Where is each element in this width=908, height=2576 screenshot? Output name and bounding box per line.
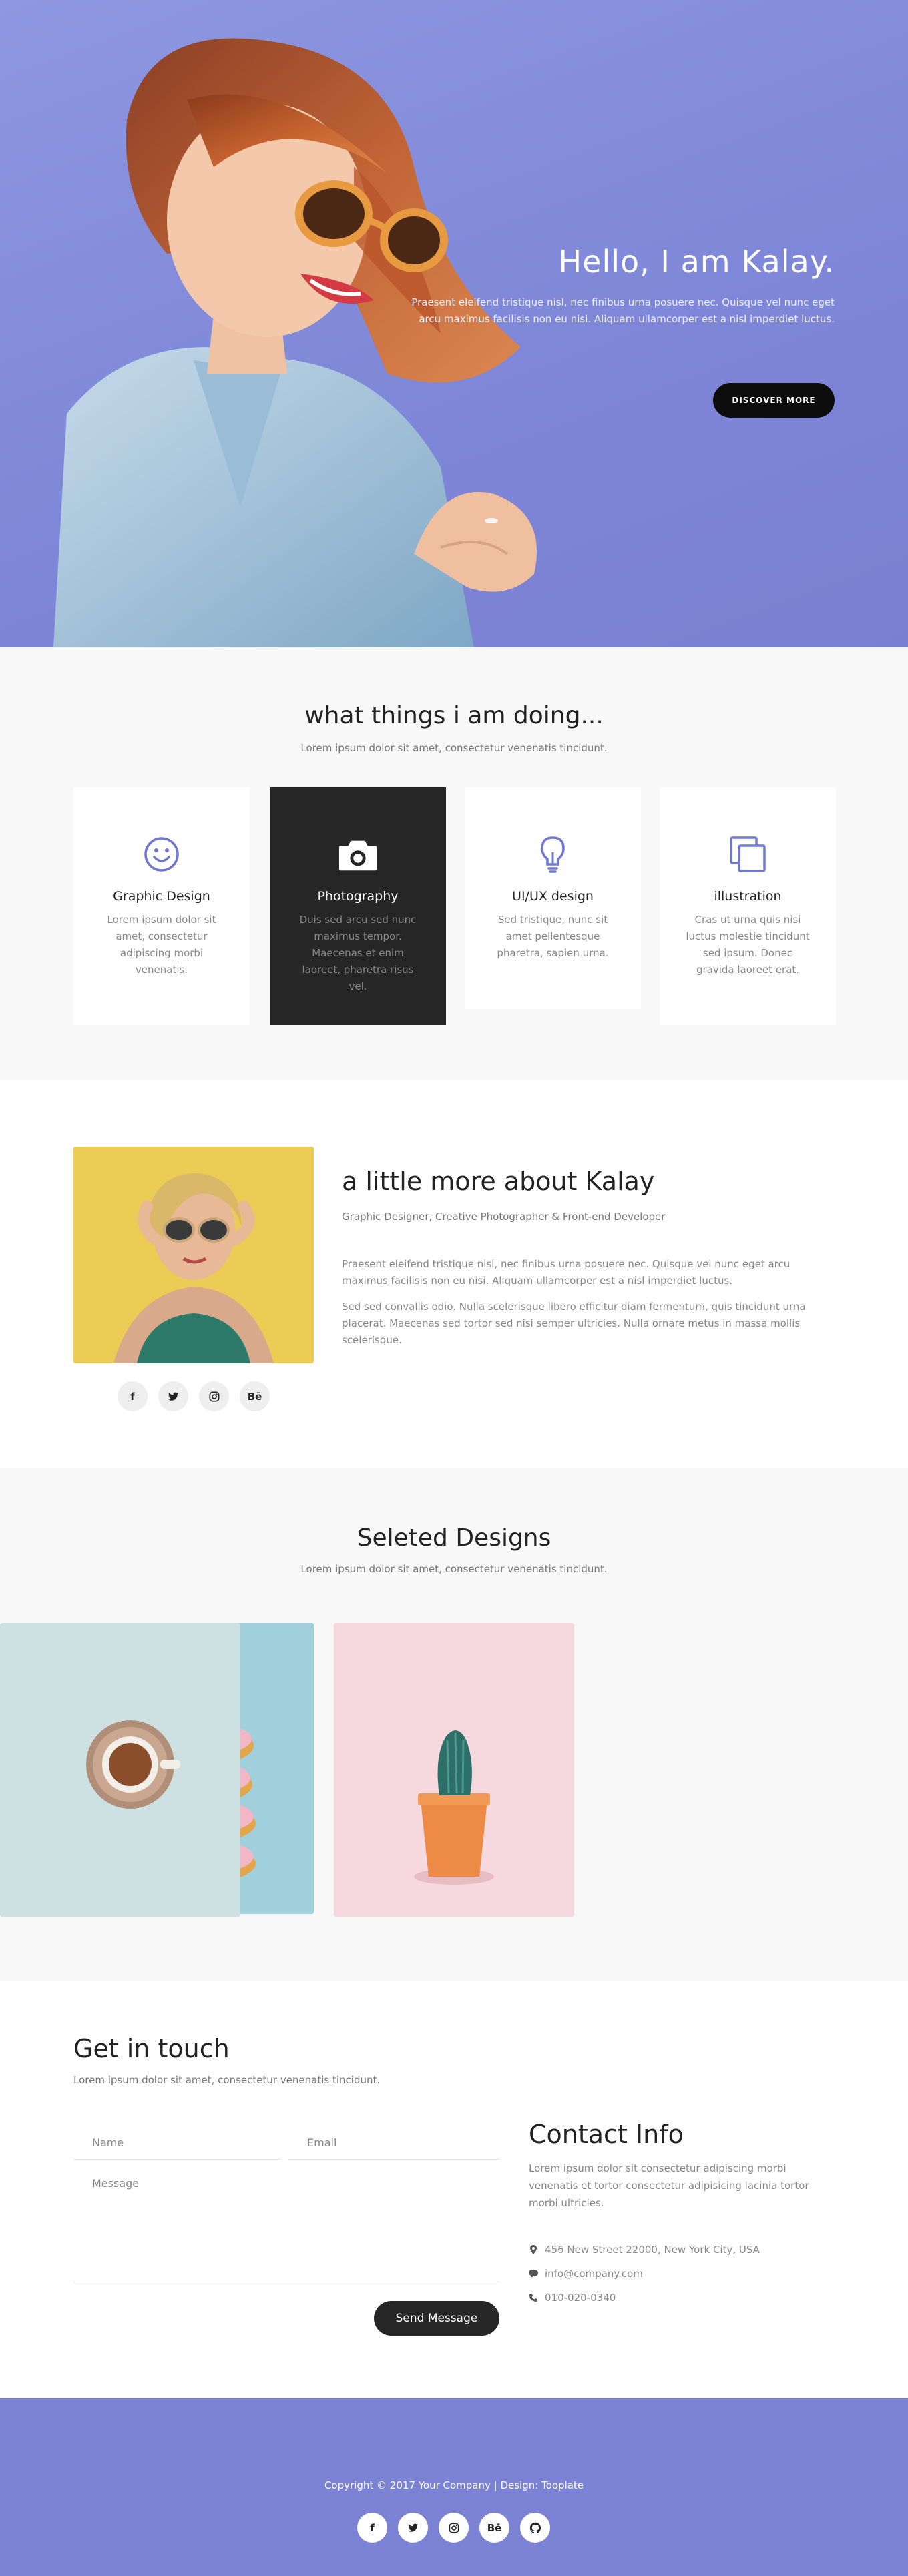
card-title: illustration xyxy=(714,889,782,904)
about-paragraph-1: Praesent eleifend tristique nisl, nec fi… xyxy=(342,1258,790,1287)
twitter-icon[interactable] xyxy=(158,1381,188,1411)
contact-info-title: Contact Info xyxy=(529,2120,684,2149)
behance-icon[interactable]: Bē xyxy=(240,1381,270,1411)
facebook-icon[interactable]: f xyxy=(118,1381,148,1411)
phone-text: 010-020-0340 xyxy=(545,2292,616,2304)
card-title: UI/UX design xyxy=(512,889,594,904)
hero-section: Hello, I am Kalay. Praesent eleifend tri… xyxy=(0,0,908,647)
github-icon[interactable] xyxy=(520,2513,550,2543)
contact-subtitle: Lorem ipsum dolor sit amet, consectetur … xyxy=(73,2074,381,2086)
instagram-icon[interactable] xyxy=(439,2513,469,2543)
hero-text-block: Hello, I am Kalay. Praesent eleifend tri… xyxy=(394,244,835,328)
about-role: Graphic Designer, Creative Photographer … xyxy=(342,1211,666,1223)
about-section: f Bē a little more about Kalay Graphic D… xyxy=(0,1080,908,1468)
address-text: 456 New Street 22000, New York City, USA xyxy=(545,2244,760,2256)
contact-email: info@company.com xyxy=(529,2268,643,2280)
footer: Copyright © 2017 Your Company | Design: … xyxy=(0,2398,908,2576)
behance-icon[interactable]: Bē xyxy=(479,2513,509,2543)
contact-address: 456 New Street 22000, New York City, USA xyxy=(529,2244,760,2256)
card-title: Graphic Design xyxy=(113,889,210,904)
smiley-icon xyxy=(142,834,182,874)
card-text: Duis sed arcu sed nunc maximus tempor. M… xyxy=(299,914,417,992)
service-card-illustration[interactable]: illustration Cras ut urna quis nisi luct… xyxy=(660,787,836,1025)
cactus-image[interactable] xyxy=(334,1623,574,1917)
about-portrait-image xyxy=(73,1147,314,1363)
phone-icon xyxy=(529,2294,538,2302)
copyright-text: Copyright © 2017 Your Company | Design: … xyxy=(324,2479,584,2491)
hero-title: Hello, I am Kalay. xyxy=(558,244,835,280)
twitter-icon[interactable] xyxy=(398,2513,428,2543)
lightbulb-icon xyxy=(533,834,573,874)
card-text: Lorem ipsum dolor sit amet, consectetur … xyxy=(107,914,216,976)
designs-section: Seleted Designs Lorem ipsum dolor sit am… xyxy=(0,1468,908,1981)
coffee-cup-image[interactable] xyxy=(0,1623,240,1917)
email-link[interactable]: info@company.com xyxy=(545,2268,643,2280)
contact-info-description: Lorem ipsum dolor sit consectetur adipis… xyxy=(529,2162,809,2209)
services-title: what things i am doing... xyxy=(304,702,604,729)
contact-section: Get in touch Lorem ipsum dolor sit amet,… xyxy=(0,1981,908,2398)
about-title: a little more about Kalay xyxy=(342,1167,655,1196)
service-card-graphic-design[interactable]: Graphic Design Lorem ipsum dolor sit ame… xyxy=(73,787,250,1025)
instagram-icon[interactable] xyxy=(199,1381,229,1411)
send-message-button[interactable]: Send Message xyxy=(374,2301,499,2336)
designs-title: Seleted Designs xyxy=(357,1524,551,1552)
hero-description: Praesent eleifend tristique nisl, nec fi… xyxy=(411,296,835,325)
about-social-links: f Bē xyxy=(118,1381,270,1411)
card-title: Photography xyxy=(317,889,399,904)
discover-more-button[interactable]: DISCOVER MORE xyxy=(713,383,835,418)
contact-phone: 010-020-0340 xyxy=(529,2292,616,2304)
service-card-uiux-design[interactable]: UI/UX design Sed tristique, nunc sit ame… xyxy=(465,787,641,1009)
card-text: Sed tristique, nunc sit amet pellentesqu… xyxy=(497,914,609,959)
map-marker-icon xyxy=(529,2245,538,2254)
contact-title: Get in touch xyxy=(73,2034,230,2063)
copy-icon xyxy=(728,834,768,874)
camera-icon xyxy=(338,834,378,874)
about-paragraph-2: Sed sed convallis odio. Nulla scelerisqu… xyxy=(342,1301,806,1346)
name-field[interactable] xyxy=(73,2126,280,2160)
comment-icon xyxy=(529,2270,538,2278)
services-subtitle: Lorem ipsum dolor sit amet, consectetur … xyxy=(300,742,608,754)
email-field[interactable] xyxy=(288,2126,499,2160)
facebook-icon[interactable]: f xyxy=(357,2513,387,2543)
card-text: Cras ut urna quis nisi luctus molestie t… xyxy=(686,914,810,976)
designs-subtitle: Lorem ipsum dolor sit amet, consectetur … xyxy=(300,1563,608,1575)
message-field[interactable] xyxy=(73,2174,499,2282)
service-card-photography[interactable]: Photography Duis sed arcu sed nunc maxim… xyxy=(270,787,446,1025)
services-section: what things i am doing... Lorem ipsum do… xyxy=(0,647,908,1080)
footer-social-links: f Bē xyxy=(357,2513,550,2543)
